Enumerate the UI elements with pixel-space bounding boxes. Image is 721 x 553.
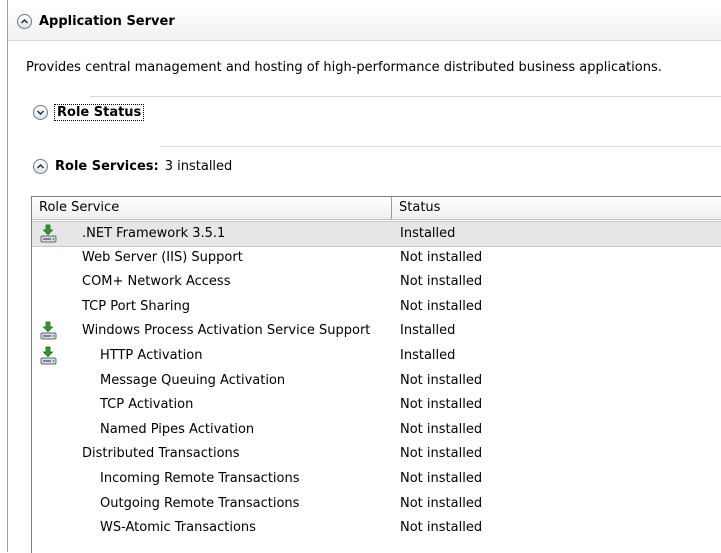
section-title-row[interactable]: Application Server bbox=[17, 14, 175, 29]
role-service-status: Not installed bbox=[400, 298, 483, 314]
table-row[interactable]: WS-Atomic Transactions Not installed bbox=[32, 516, 721, 540]
table-row[interactable]: Windows Process Activation Service Suppo… bbox=[32, 319, 721, 343]
role-service-status: Not installed bbox=[400, 520, 483, 536]
role-service-status: Installed bbox=[400, 226, 456, 241]
installed-server-icon bbox=[39, 346, 59, 366]
installed-server-icon bbox=[39, 321, 59, 341]
role-service-name: Incoming Remote Transactions bbox=[100, 471, 300, 486]
role-service-name: TCP Activation bbox=[100, 397, 194, 413]
chevron-down-icon[interactable] bbox=[33, 105, 48, 120]
table-row[interactable]: Message Queuing Activation Not installed bbox=[32, 369, 721, 393]
column-header-role-service[interactable]: Role Service bbox=[32, 197, 392, 219]
role-service-name: Outgoing Remote Transactions bbox=[100, 495, 300, 511]
divider bbox=[90, 96, 721, 97]
divider bbox=[160, 146, 721, 147]
table-row[interactable]: HTTP Activation Installed bbox=[32, 344, 721, 368]
role-service-status: Installed bbox=[400, 348, 456, 363]
role-service-name: Web Server (IIS) Support bbox=[82, 249, 243, 265]
role-status-label[interactable]: Role Status bbox=[54, 104, 145, 121]
table-row[interactable]: Named Pipes Activation Not installed bbox=[32, 418, 721, 442]
role-service-status: Not installed bbox=[400, 249, 483, 265]
chevron-up-icon[interactable] bbox=[33, 159, 48, 174]
role-service-name: Message Queuing Activation bbox=[100, 372, 286, 388]
table-header: Role Service Status bbox=[32, 197, 721, 220]
role-service-status: Not installed bbox=[400, 421, 483, 437]
role-service-name: Named Pipes Activation bbox=[100, 421, 255, 437]
table-row[interactable]: TCP Activation Not installed bbox=[32, 393, 721, 417]
role-service-name: .NET Framework 3.5.1 bbox=[82, 226, 226, 241]
role-services-row[interactable]: Role Services: 3 installed bbox=[33, 159, 232, 174]
section-title: Application Server bbox=[39, 14, 175, 29]
role-services-count: 3 installed bbox=[164, 159, 233, 174]
table-row[interactable]: Web Server (IIS) Support Not installed bbox=[32, 246, 721, 270]
table-row[interactable]: .NET Framework 3.5.1 Installed bbox=[32, 221, 721, 247]
role-service-name: HTTP Activation bbox=[100, 348, 203, 363]
role-status-row[interactable]: Role Status bbox=[33, 104, 145, 121]
section-description: Provides central management and hosting … bbox=[26, 60, 662, 75]
table-row[interactable]: Outgoing Remote Transactions Not installe… bbox=[32, 492, 721, 516]
role-service-name: Distributed Transactions bbox=[82, 446, 240, 462]
role-services-table: Role Service Status .NET Framework 3.5.1… bbox=[31, 196, 721, 553]
role-service-status: Not installed bbox=[400, 372, 483, 388]
role-service-status: Installed bbox=[400, 323, 456, 339]
column-header-status[interactable]: Status bbox=[392, 197, 721, 219]
role-service-name: COM+ Network Access bbox=[82, 274, 231, 290]
role-service-name: WS-Atomic Transactions bbox=[100, 520, 256, 536]
role-service-status: Not installed bbox=[400, 397, 483, 413]
role-service-status: Not installed bbox=[400, 495, 483, 511]
table-row[interactable]: TCP Port Sharing Not installed bbox=[32, 295, 721, 319]
role-service-status: Not installed bbox=[400, 274, 483, 290]
role-service-name: Windows Process Activation Service Suppo… bbox=[82, 323, 371, 339]
installed-server-icon bbox=[39, 224, 59, 244]
chevron-up-icon[interactable] bbox=[17, 14, 32, 29]
role-service-status: Not installed bbox=[400, 471, 483, 486]
table-row[interactable]: COM+ Network Access Not installed bbox=[32, 270, 721, 294]
role-services-label: Role Services: bbox=[55, 159, 159, 174]
role-service-status: Not installed bbox=[400, 446, 483, 462]
role-service-name: TCP Port Sharing bbox=[82, 298, 191, 314]
table-row[interactable]: Incoming Remote Transactions Not installe… bbox=[32, 467, 721, 491]
table-row[interactable]: Distributed Transactions Not installed bbox=[32, 442, 721, 466]
